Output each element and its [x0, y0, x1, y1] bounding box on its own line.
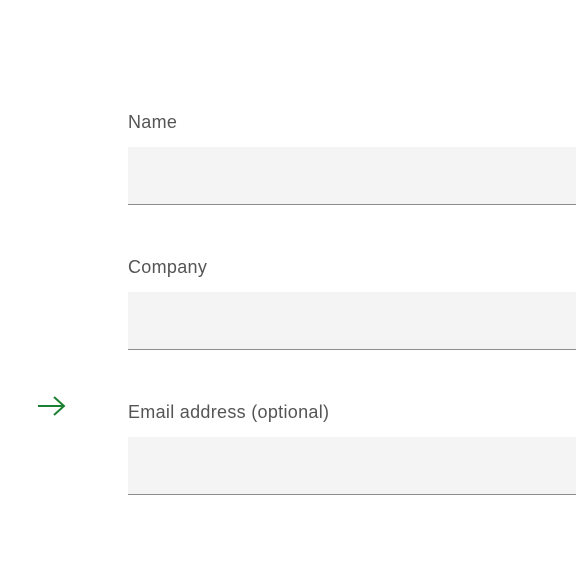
email-input[interactable]: [128, 437, 576, 495]
company-label: Company: [128, 257, 576, 278]
company-input[interactable]: [128, 292, 576, 350]
field-group-company: Company: [128, 257, 576, 350]
field-group-email: Email address (optional): [128, 402, 576, 495]
arrow-right-icon: [36, 394, 68, 418]
name-input[interactable]: [128, 147, 576, 205]
email-label: Email address (optional): [128, 402, 576, 423]
field-group-name: Name: [128, 112, 576, 205]
form-container: Name Company Email address (optional): [128, 112, 576, 495]
name-label: Name: [128, 112, 576, 133]
